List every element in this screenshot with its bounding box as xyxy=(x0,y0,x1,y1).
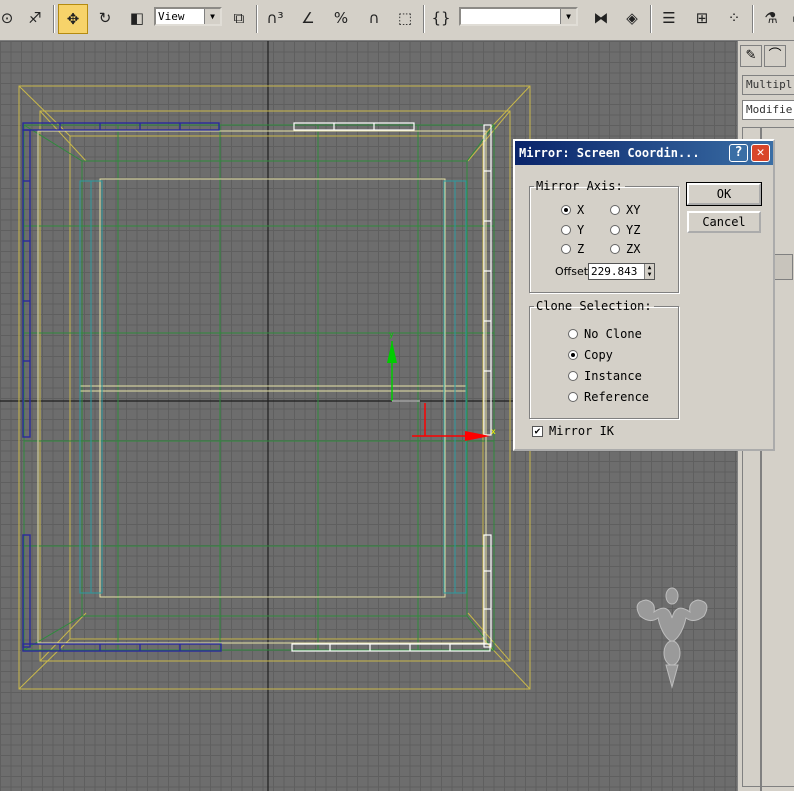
axis-y-radio[interactable]: Y xyxy=(561,223,584,237)
clone-selection-legend: Clone Selection: xyxy=(536,299,652,313)
chevron-down-icon[interactable]: ▼ xyxy=(560,9,576,24)
radio-icon xyxy=(610,225,620,235)
axis-zx-radio[interactable]: ZX xyxy=(610,242,640,256)
named-selection-set-combo[interactable]: ▼ xyxy=(459,7,578,26)
named-selection-icon[interactable]: ⬚ xyxy=(392,5,418,31)
no-clone-radio[interactable]: No Clone xyxy=(568,327,642,341)
axis-x-label: X xyxy=(577,203,585,217)
inner-frame-wire xyxy=(23,124,495,651)
svg-text:y: y xyxy=(389,330,394,339)
scale-icon[interactable]: ◧ xyxy=(124,5,150,31)
render-setup-icon[interactable]: ▭ xyxy=(786,5,794,31)
copy-radio[interactable]: Copy xyxy=(568,348,613,362)
radio-icon xyxy=(561,244,571,254)
modifier-list-combo[interactable]: Modifier Li xyxy=(742,100,794,120)
radio-icon xyxy=(568,392,578,402)
mirror-ik-label: Mirror IK xyxy=(549,424,615,438)
axis-x-radio[interactable]: X xyxy=(561,203,584,217)
view-combo-value: View xyxy=(158,10,185,23)
schematic-view-icon[interactable]: ⁘ xyxy=(721,5,747,31)
align-icon[interactable]: ◈ xyxy=(619,5,645,31)
layer-manager-icon[interactable]: ☰ xyxy=(656,5,682,31)
svg-text:x: x xyxy=(491,427,496,436)
reference-label: Reference xyxy=(584,390,650,404)
radio-icon xyxy=(610,205,620,215)
no-clone-label: No Clone xyxy=(584,327,642,341)
cancel-button[interactable]: Cancel xyxy=(687,211,761,233)
link-icon[interactable]: ♐ xyxy=(22,5,48,31)
checkmark-icon: ✔ xyxy=(532,425,543,437)
snap-icon[interactable]: ∩³ xyxy=(262,5,288,31)
toolbar-separator xyxy=(423,5,425,33)
axis-y-label: Y xyxy=(577,223,585,237)
chevron-down-icon[interactable]: ▼ xyxy=(204,9,220,24)
axis-z-radio[interactable]: Z xyxy=(561,242,584,256)
reference-radio[interactable]: Reference xyxy=(568,390,649,404)
axis-yz-radio[interactable]: YZ xyxy=(610,223,640,237)
radio-icon xyxy=(561,205,571,215)
angle-snap-icon[interactable]: ∠ xyxy=(295,5,321,31)
radio-icon xyxy=(561,225,571,235)
axis-z-label: Z xyxy=(577,242,585,256)
mirror-ik-checkbox[interactable]: ✔ Mirror IK xyxy=(532,424,614,438)
axis-yz-label: YZ xyxy=(626,223,641,237)
select-icon[interactable]: ⊙ xyxy=(0,5,20,31)
mirror-axis-legend: Mirror Axis: xyxy=(536,179,623,193)
offset-spinner[interactable]: 229.843 ▲ ▼ xyxy=(588,263,655,280)
toolbar-separator xyxy=(256,5,258,33)
instance-label: Instance xyxy=(584,369,642,383)
material-editor-icon[interactable]: ⚗ xyxy=(758,5,784,31)
reference-coordinate-combo[interactable]: View ▼ xyxy=(154,7,222,26)
modify-tab-icon[interactable]: ⌒ xyxy=(764,45,786,67)
spinner-snap-icon[interactable]: ∩ xyxy=(361,5,387,31)
dialog-title: Mirror: Screen Coordin... xyxy=(519,146,700,160)
outer-box-wire xyxy=(18,85,531,690)
rotate-icon[interactable]: ↻ xyxy=(92,5,118,31)
dialog-titlebar[interactable]: Mirror: Screen Coordin... ? ✕ xyxy=(515,141,773,165)
help-icon[interactable]: ? xyxy=(729,144,748,162)
pivot-icon[interactable]: ⧉ xyxy=(226,5,252,31)
ok-button[interactable]: OK xyxy=(686,182,762,206)
instance-radio[interactable]: Instance xyxy=(568,369,642,383)
toolbar-separator xyxy=(650,5,652,33)
axis-xy-label: XY xyxy=(626,203,641,217)
copy-label: Copy xyxy=(584,348,613,362)
mirror-icon[interactable]: ⧓ xyxy=(588,5,614,31)
mirror-dialog: Mirror: Screen Coordin... ? ✕ Mirror Axi… xyxy=(513,139,775,451)
spinner-arrows-icon[interactable]: ▲ ▼ xyxy=(644,264,654,279)
radio-icon xyxy=(568,329,578,339)
offset-value: 229.843 xyxy=(591,265,638,278)
edit-named-selection-icon[interactable]: {} xyxy=(428,5,454,31)
blue-beam-wire xyxy=(22,122,222,652)
toolbar-separator xyxy=(752,5,754,33)
radio-icon xyxy=(568,350,578,360)
main-toolbar: ⊙ ♐ ✥ ↻ ◧ View ▼ ⧉ ∩³ ∠ % ∩ ⬚ {} ▼ ⧓ ◈ ☰… xyxy=(0,0,794,41)
offset-label: Offset: xyxy=(555,265,592,278)
radio-icon xyxy=(568,371,578,381)
column-wire xyxy=(79,180,467,594)
percent-snap-icon[interactable]: % xyxy=(328,5,354,31)
close-icon[interactable]: ✕ xyxy=(751,144,770,162)
move-icon[interactable]: ✥ xyxy=(58,4,88,34)
watermark-ornament xyxy=(636,587,708,689)
axis-zx-label: ZX xyxy=(626,242,641,256)
object-name-field[interactable]: Multipl xyxy=(742,75,794,95)
radio-icon xyxy=(610,244,620,254)
create-tab-icon[interactable]: ✎ xyxy=(740,45,762,67)
toolbar-separator xyxy=(53,5,55,33)
curve-editor-icon[interactable]: ⊞ xyxy=(689,5,715,31)
axis-xy-radio[interactable]: XY xyxy=(610,203,640,217)
floor-outline-wire xyxy=(37,130,487,644)
